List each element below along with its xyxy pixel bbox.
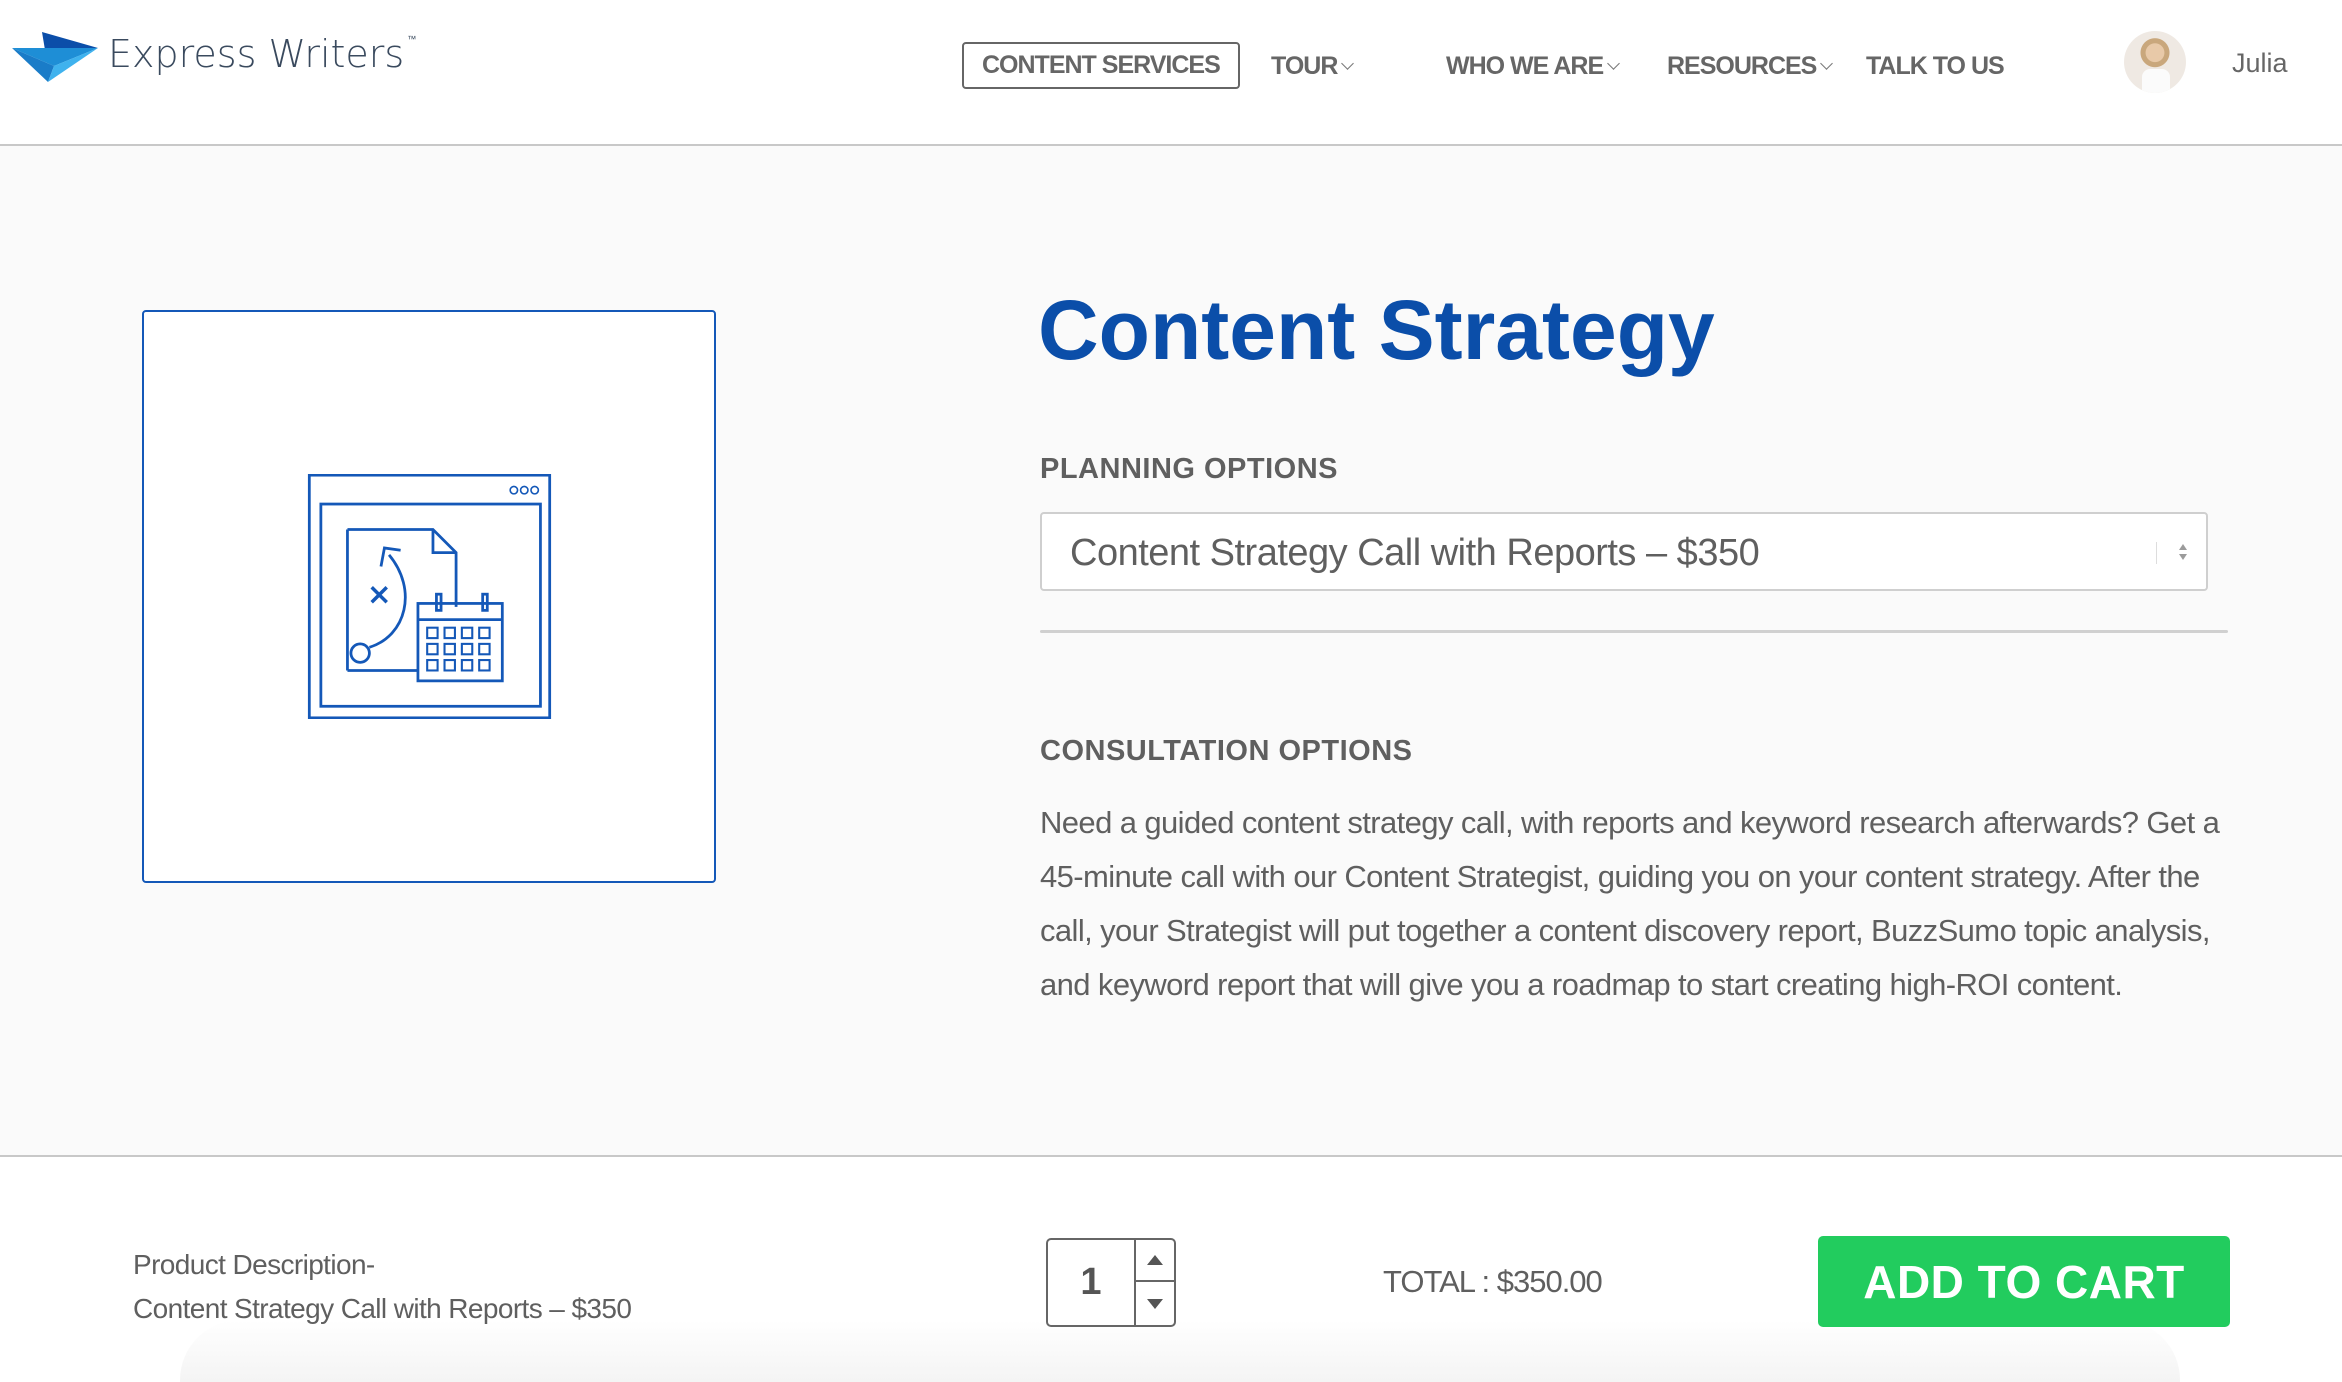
product-description-value: Content Strategy Call with Reports – $35… <box>133 1293 632 1324</box>
nav-who-we-are[interactable]: WHO WE ARE <box>1446 50 1620 82</box>
logo-name: Express Writers <box>108 32 405 76</box>
nav-label: RESOURCES <box>1667 51 1817 80</box>
triangle-down-icon <box>1147 1299 1163 1309</box>
product-title: Content Strategy <box>1038 283 1715 377</box>
nav-resources[interactable]: RESOURCES <box>1667 50 1834 82</box>
select-arrows-icon <box>2176 540 2190 566</box>
consultation-description: Need a guided content strategy call, wit… <box>1040 805 2220 1002</box>
chevron-down-icon <box>1607 56 1620 70</box>
decrement-button[interactable] <box>1136 1283 1174 1325</box>
paper-plane-logo-icon <box>12 32 98 82</box>
strategy-calendar-illustration-icon <box>307 474 551 719</box>
chevron-down-icon <box>1341 56 1355 70</box>
triangle-up-icon <box>1147 1255 1163 1265</box>
quantity-input[interactable]: 1 <box>1048 1240 1134 1325</box>
consultation-options-label: CONSULTATION OPTIONS <box>1040 735 1413 767</box>
quantity-stepper[interactable]: 1 <box>1046 1238 1176 1327</box>
product-image <box>142 310 716 883</box>
increment-button[interactable] <box>1136 1240 1174 1282</box>
logo[interactable]: Express Writers ™ <box>10 28 416 88</box>
chevron-down-icon <box>1820 56 1834 70</box>
select-value: Content Strategy Call with Reports – $35… <box>1070 532 1760 574</box>
trademark: ™ <box>407 35 417 45</box>
planning-options-select[interactable]: Content Strategy Call with Reports – $35… <box>1040 512 2208 591</box>
product-description: Product Description- Content Strategy Ca… <box>133 1243 632 1331</box>
user-avatar[interactable] <box>2124 31 2186 93</box>
nav-label: TALK TO US <box>1866 51 2005 80</box>
planning-options-label: PLANNING OPTIONS <box>1040 453 1339 485</box>
section-divider <box>1040 630 2228 633</box>
nav-talk-to-us[interactable]: TALK TO US <box>1866 50 2005 82</box>
product-description-label: Product Description- <box>133 1249 375 1280</box>
site-header: Express Writers ™ CONTENT SERVICES TOUR … <box>0 0 2342 146</box>
logo-text: Express Writers ™ <box>108 32 416 76</box>
stepper-buttons <box>1134 1240 1174 1325</box>
nav-label: TOUR <box>1271 51 1338 80</box>
add-to-cart-button[interactable]: ADD TO CART <box>1818 1236 2230 1327</box>
select-separator <box>2156 542 2157 564</box>
nav-label: WHO WE ARE <box>1446 51 1604 80</box>
total-price: TOTAL : $350.00 <box>1383 1264 1603 1299</box>
user-name[interactable]: Julia <box>2232 48 2288 79</box>
nav-tour[interactable]: TOUR <box>1271 50 1355 82</box>
nav-label: CONTENT SERVICES <box>982 51 1221 79</box>
avatar-figure <box>2142 69 2170 93</box>
nav-content-services[interactable]: CONTENT SERVICES <box>962 42 1240 89</box>
